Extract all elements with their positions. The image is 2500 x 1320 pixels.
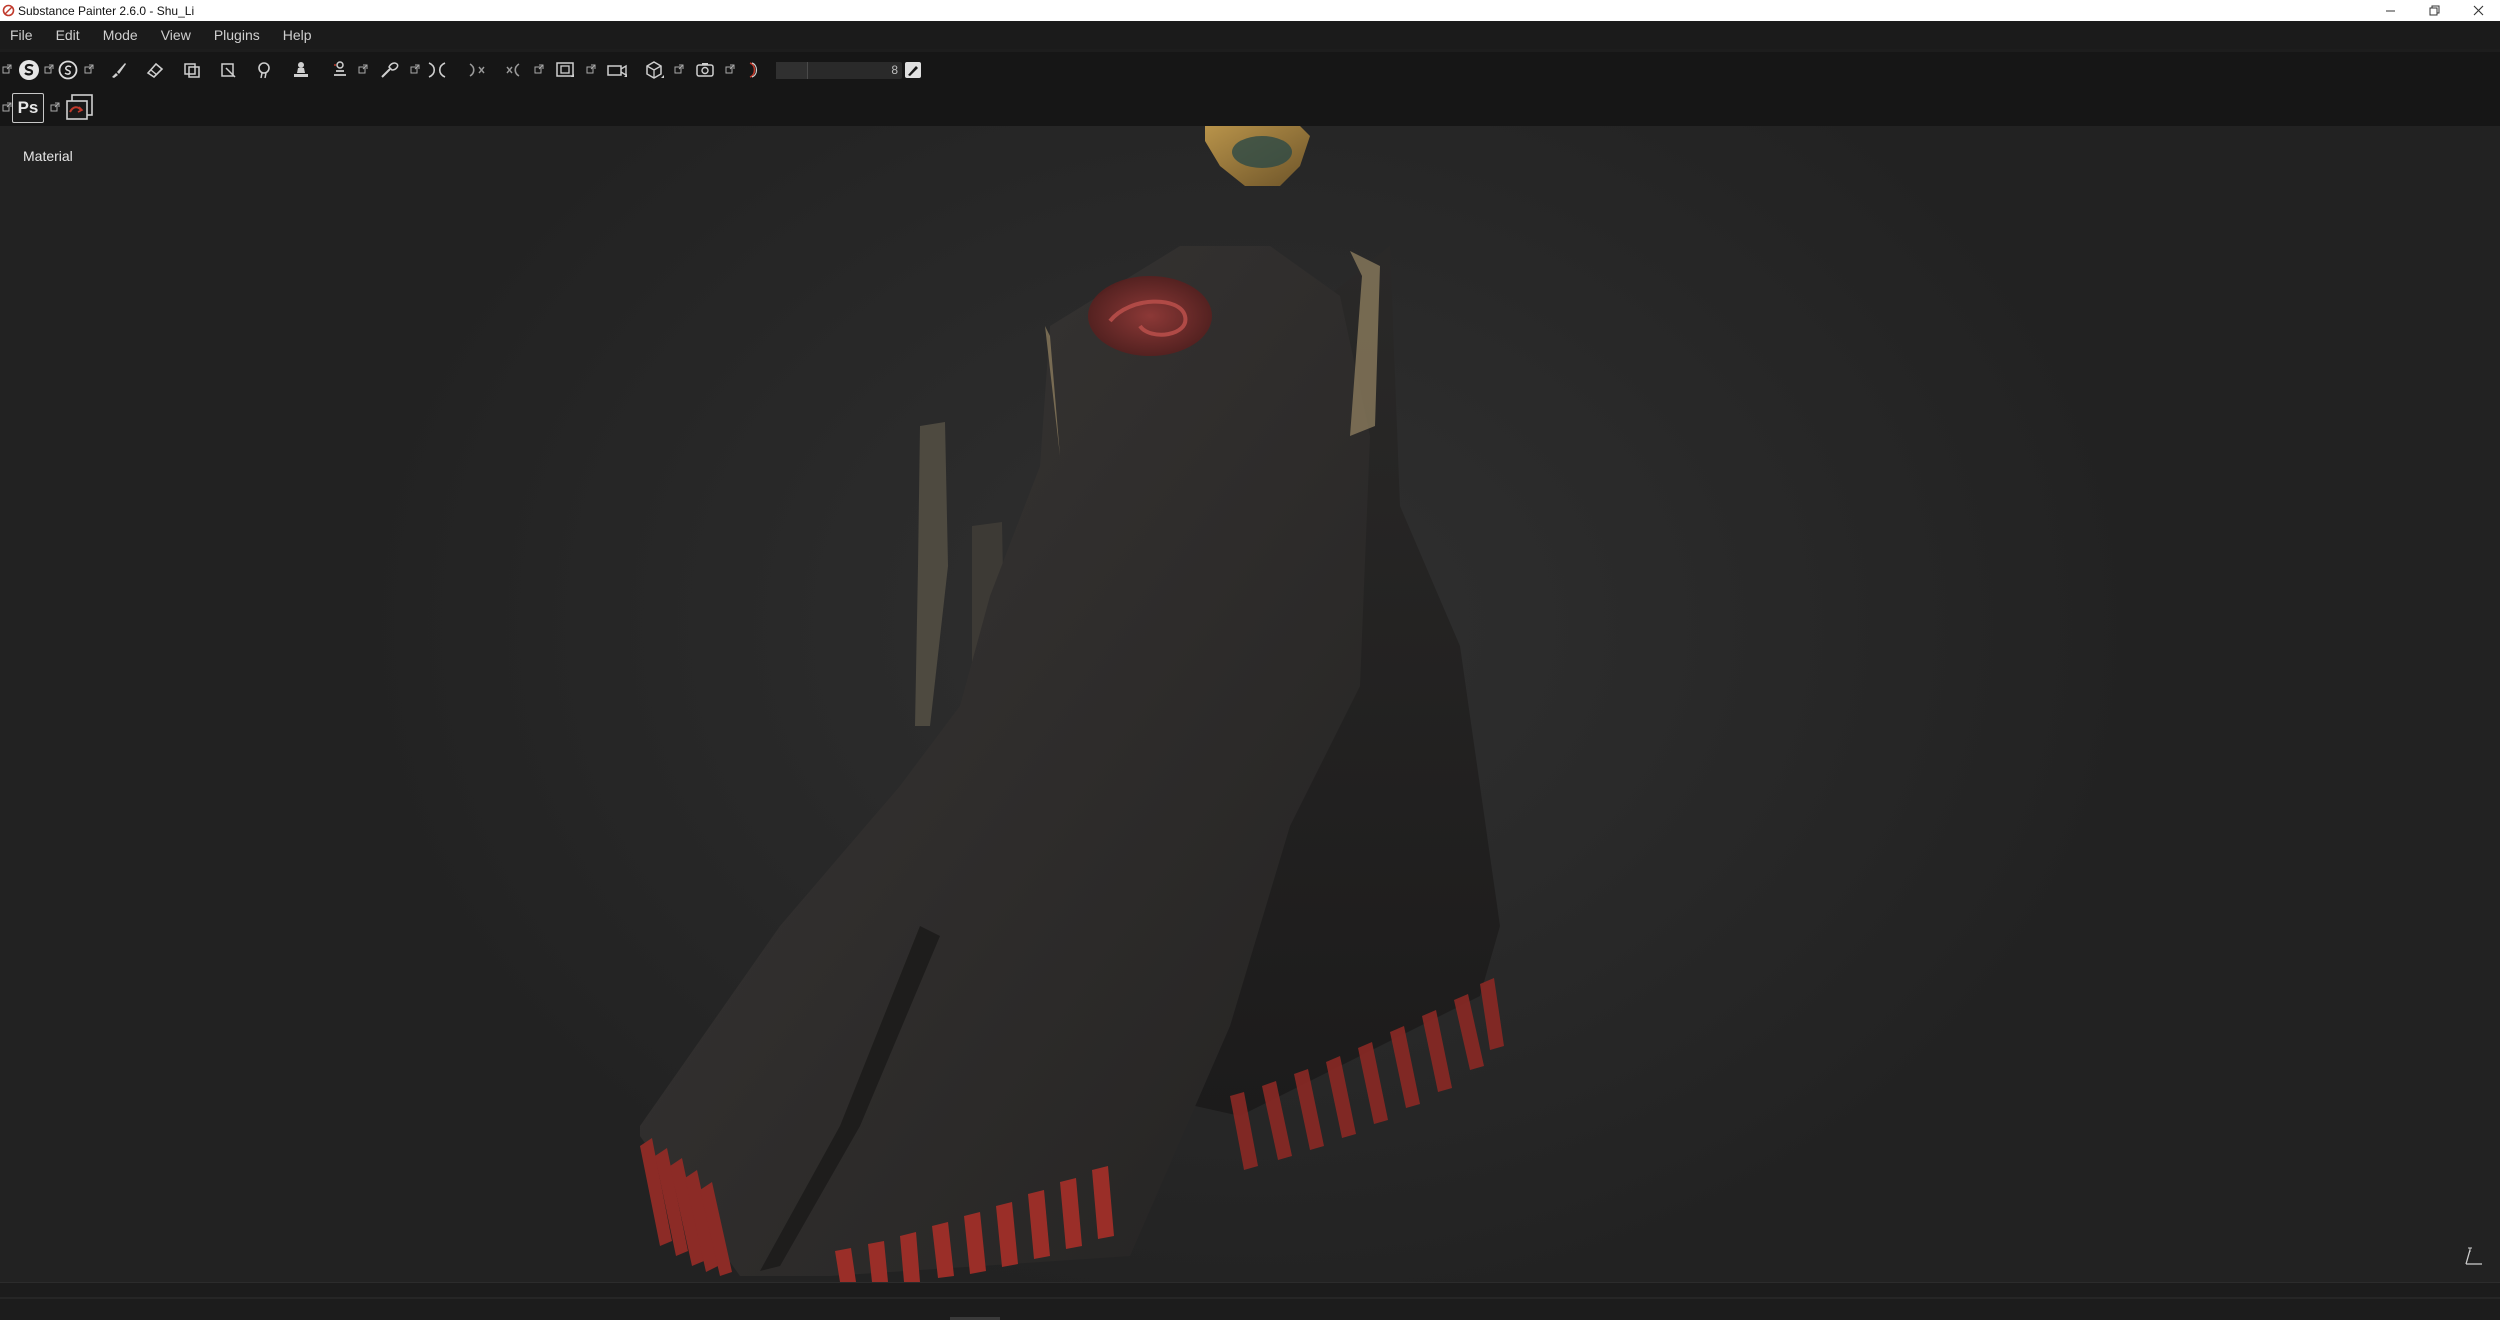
collar-gem (1232, 136, 1292, 168)
send-to-button[interactable] (64, 92, 96, 122)
bottom-panel-bar (0, 1282, 2500, 1320)
tool-ext-4[interactable] (410, 64, 420, 74)
menu-plugins[interactable]: Plugins (214, 27, 260, 43)
color-picker-icon (381, 62, 399, 78)
display-mode-button[interactable] (643, 59, 665, 81)
substance-logo-icon (19, 60, 39, 80)
staff-prop (915, 422, 948, 726)
tool-ext-6[interactable] (586, 64, 596, 74)
lasso-button[interactable] (744, 59, 766, 81)
pen-pressure-button[interactable] (904, 61, 922, 79)
external-icon (410, 64, 420, 74)
tool-ext-2[interactable] (84, 64, 94, 74)
paint-brush-icon (112, 63, 126, 78)
polygon-fill-tool-button[interactable] (217, 59, 239, 81)
camera-icon (607, 64, 627, 77)
close-icon (2473, 5, 2483, 16)
screenshot-button[interactable] (694, 59, 716, 81)
substance-logo-button[interactable] (18, 59, 40, 81)
panel-splitter[interactable] (0, 1297, 2500, 1299)
tool-ext-3[interactable] (358, 64, 368, 74)
window-controls (2368, 0, 2500, 21)
external-icon (50, 102, 60, 112)
smudge-tool-button[interactable] (253, 59, 275, 81)
photoshop-ext-button[interactable] (50, 102, 60, 112)
bake-button[interactable] (57, 59, 79, 81)
color-picker-button[interactable] (378, 59, 400, 81)
mirror-icon (506, 63, 520, 77)
app-logo-icon (2, 4, 15, 17)
minimize-button[interactable] (2368, 0, 2412, 21)
external-icon (725, 64, 735, 74)
polygon-fill-icon (221, 63, 236, 78)
toolbar-expand-button[interactable] (2, 64, 12, 74)
menu-view[interactable]: View (161, 27, 191, 43)
tools-toolbar: 8 (0, 52, 2500, 88)
external-icon (84, 64, 94, 74)
title-bar: Substance Painter 2.6.0 - Shu_Li (0, 0, 2500, 21)
restore-icon (2429, 5, 2439, 16)
external-icon (586, 64, 596, 74)
clone-tool-button[interactable] (290, 59, 312, 81)
plugins-toolbar: Ps (0, 88, 2500, 126)
mirror-y-button[interactable] (503, 59, 525, 81)
menu-file[interactable]: File (10, 27, 33, 43)
axis-gizmo-icon[interactable] (2462, 1246, 2484, 1268)
symmetry-icon (428, 62, 446, 78)
tool-ext-1[interactable] (44, 64, 54, 74)
close-button[interactable] (2456, 0, 2500, 21)
chest-emblem (1088, 276, 1212, 356)
brush-size-slider[interactable]: 8 (776, 62, 902, 79)
brush-size-fill (776, 62, 808, 79)
symmetry-button[interactable] (426, 59, 448, 81)
tool-ext-7[interactable] (674, 64, 684, 74)
menu-edit[interactable]: Edit (56, 27, 80, 43)
tool-ext-8[interactable] (725, 64, 735, 74)
eraser-tool-button[interactable] (144, 59, 166, 81)
eraser-icon (146, 62, 164, 79)
photoshop-label: Ps (17, 98, 39, 117)
projection-icon (184, 63, 200, 78)
camera-button[interactable] (606, 59, 628, 81)
external-icon (674, 64, 684, 74)
pen-icon (905, 62, 921, 78)
brush-size-value: 8 (891, 63, 898, 77)
menu-mode[interactable]: Mode (103, 27, 138, 43)
clone-stamp-icon (294, 62, 308, 77)
toolbar2-expand-button[interactable] (2, 102, 12, 112)
viewport-mode-button[interactable] (554, 59, 576, 81)
lasso-icon (749, 62, 758, 78)
photoshop-export-button[interactable]: Ps (12, 93, 44, 123)
external-icon (358, 64, 368, 74)
bake-sphere-icon (58, 60, 78, 80)
tool-ext-5[interactable] (534, 64, 544, 74)
external-icon (2, 102, 12, 112)
menu-bar: File Edit Mode View Plugins Help (0, 21, 2500, 49)
external-icon (2, 64, 12, 74)
viewport-icon (556, 62, 574, 77)
menu-help[interactable]: Help (283, 27, 312, 43)
screenshot-icon (696, 63, 714, 77)
window-title: Substance Painter 2.6.0 - Shu_Li (18, 3, 195, 18)
mirror-x-button[interactable] (466, 59, 488, 81)
external-icon (534, 64, 544, 74)
application-window: Substance Painter 2.6.0 - Shu_Li File Ed… (0, 0, 2500, 1320)
external-icon (44, 64, 54, 74)
send-to-icon (66, 94, 93, 120)
mirror-icon (469, 63, 485, 77)
3d-viewport[interactable]: Material (0, 126, 2500, 1282)
3d-model-render (640, 126, 1504, 1282)
paint-tool-button[interactable] (108, 59, 130, 81)
smudge-icon (258, 62, 270, 79)
projection-tool-button[interactable] (181, 59, 203, 81)
cube-icon (646, 61, 664, 79)
minimize-icon (2385, 10, 2395, 12)
robe-front-panel (640, 246, 1370, 1276)
restore-button[interactable] (2412, 0, 2456, 21)
material-picker-icon (334, 61, 346, 76)
material-picker-button[interactable] (329, 59, 351, 81)
